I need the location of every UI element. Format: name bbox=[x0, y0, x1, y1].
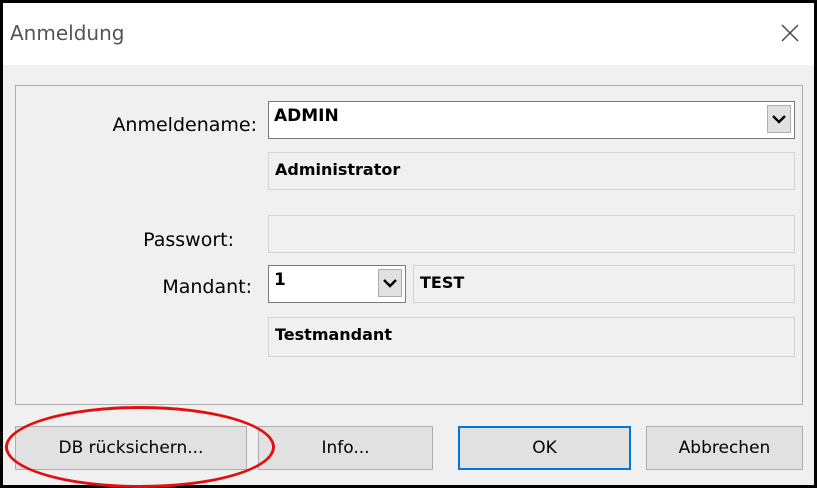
login-name-value: ADMIN bbox=[274, 106, 339, 126]
login-fullname-field: Administrator bbox=[268, 152, 795, 190]
client-name-field: Testmandant bbox=[268, 317, 795, 357]
client-code-value: TEST bbox=[420, 273, 465, 292]
login-name-dropdown-button[interactable] bbox=[767, 105, 791, 133]
client-label: Mandant: bbox=[162, 276, 252, 298]
password-field[interactable] bbox=[268, 215, 795, 253]
chevron-down-icon bbox=[383, 279, 397, 288]
title-bar: Anmeldung bbox=[3, 3, 814, 65]
login-name-combo[interactable]: ADMIN bbox=[268, 101, 795, 139]
ok-button[interactable]: OK bbox=[458, 426, 631, 470]
password-label: Passwort: bbox=[143, 229, 234, 251]
window-title: Anmeldung bbox=[10, 21, 125, 45]
login-name-label: Anmeldename: bbox=[112, 114, 257, 136]
restore-db-button[interactable]: DB rücksichern... bbox=[15, 426, 247, 470]
info-button[interactable]: Info... bbox=[258, 426, 433, 470]
client-dropdown-button[interactable] bbox=[378, 269, 402, 297]
chevron-down-icon bbox=[772, 115, 786, 124]
client-name-value: Testmandant bbox=[275, 325, 392, 344]
client-code-field: TEST bbox=[413, 265, 795, 303]
client-combo[interactable]: 1 bbox=[268, 265, 406, 303]
close-icon[interactable] bbox=[780, 23, 800, 43]
client-value: 1 bbox=[274, 270, 286, 290]
cancel-button[interactable]: Abbrechen bbox=[646, 426, 803, 470]
login-fullname-value: Administrator bbox=[275, 160, 401, 179]
login-dialog: Anmeldung Anmeldename: ADMIN Administrat… bbox=[0, 0, 817, 488]
